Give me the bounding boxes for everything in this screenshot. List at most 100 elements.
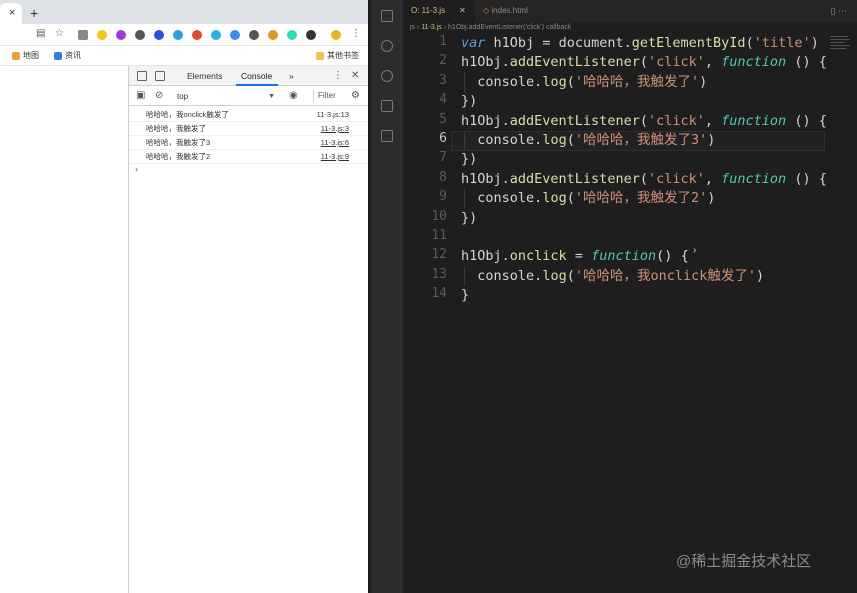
minimap-line	[830, 42, 844, 43]
browser-window: × + ▤ ☆ ⋮ 地图 资讯 其他书签 Elements Console » …	[0, 0, 368, 593]
context-selector[interactable]: top ▼	[177, 91, 275, 102]
sidebar-toggle-icon[interactable]: ▣	[136, 90, 145, 102]
console-messages: 哈哈哈，我onclick触发了 11-3.js:13 哈哈哈，我触发了 11-3…	[129, 108, 368, 164]
device-toolbar-icon[interactable]	[155, 71, 165, 81]
filter-input[interactable]: Filter	[313, 90, 343, 102]
line-number: 1	[439, 34, 447, 49]
log-message: 哈哈哈，我触发了	[146, 124, 206, 133]
close-tab-icon[interactable]: ×	[9, 7, 15, 19]
breadcrumb-folder[interactable]: js	[410, 24, 415, 31]
devtools-menu-icon[interactable]: ⋮	[333, 70, 343, 82]
log-source-link[interactable]: 11-3.js:13	[317, 108, 349, 121]
log-source-link[interactable]: 11-3.js:9	[321, 150, 349, 163]
extension-icon[interactable]	[116, 30, 126, 40]
settings-gear-icon[interactable]: ⚙	[351, 90, 360, 102]
extension-icon[interactable]	[230, 30, 240, 40]
explorer-icon[interactable]	[381, 10, 393, 22]
devtools-panel: Elements Console » ⋮ ✕ ▣ ⊘ top ▼ ◉ Filte…	[128, 66, 368, 593]
extension-icon[interactable]	[154, 30, 164, 40]
line-number: 13	[431, 266, 447, 282]
clear-console-icon[interactable]: ⊘	[155, 90, 163, 102]
breadcrumb-file[interactable]: 11-3.js	[421, 24, 442, 31]
more-tabs-icon[interactable]: »	[289, 71, 294, 81]
bookmark-star-icon[interactable]: ☆	[55, 28, 64, 40]
bookmark-item[interactable]: 地图	[12, 51, 39, 61]
close-devtools-icon[interactable]: ✕	[351, 70, 359, 82]
code-line[interactable]: console.log('哈哈哈，我触发了')	[461, 73, 707, 92]
editor-tab[interactable]: ◇ index.html	[479, 0, 528, 22]
code-line[interactable]: }	[461, 286, 469, 305]
watermark: @稀土掘金技术社区	[676, 553, 812, 570]
extension-icon[interactable]	[211, 30, 221, 40]
tab-strip: × +	[0, 0, 368, 24]
extensions-icon[interactable]	[381, 130, 393, 142]
line-number: 2	[439, 53, 447, 69]
code-line[interactable]: h1Obj.addEventListener('click', function…	[461, 170, 827, 189]
editor-tab-bar: O: 11-3.js ✕ ◇ index.html ▯ ⋯	[403, 0, 857, 22]
indent-guide	[464, 72, 465, 93]
extension-icon[interactable]	[97, 30, 107, 40]
translate-icon[interactable]: ▤	[36, 28, 45, 40]
code-line[interactable]: h1Obj.onclick = function() {	[461, 247, 689, 266]
line-number: 4	[439, 92, 447, 108]
page-viewport[interactable]	[0, 66, 128, 593]
source-control-icon[interactable]	[381, 70, 393, 82]
log-message: 哈哈哈，我触发了2	[146, 152, 211, 161]
bookmark-label: 其他书签	[327, 51, 359, 60]
code-line[interactable]: })	[461, 92, 477, 111]
extension-icon[interactable]	[192, 30, 202, 40]
line-number: 14	[431, 286, 447, 302]
console-prompt-icon[interactable]: ›	[135, 164, 138, 174]
new-tab-icon[interactable]: +	[30, 6, 38, 20]
minimap-line	[830, 39, 850, 40]
console-log-row: 哈哈哈，我触发了 11-3.js:3	[129, 122, 368, 136]
log-source-link[interactable]: 11-3.js:6	[321, 136, 349, 149]
extension-icon[interactable]	[173, 30, 183, 40]
dropdown-arrow-icon: ▼	[268, 93, 275, 100]
extension-icon[interactable]	[249, 30, 259, 40]
close-tab-icon[interactable]: ✕	[459, 6, 466, 15]
console-log-row: 哈哈哈，我onclick触发了 11-3.js:13	[129, 108, 368, 122]
tab-console[interactable]: Console	[241, 71, 272, 81]
code-line[interactable]: console.log('哈哈哈，我onclick触发了')	[461, 267, 764, 286]
minimap[interactable]	[830, 34, 852, 52]
run-debug-icon[interactable]	[381, 100, 393, 112]
bookmark-item[interactable]: 资讯	[54, 51, 81, 61]
extension-icon[interactable]	[306, 30, 316, 40]
line-number: 9	[439, 189, 447, 205]
log-message: 哈哈哈，我onclick触发了	[146, 110, 229, 119]
profile-avatar-icon[interactable]	[331, 30, 341, 40]
extension-icon[interactable]	[287, 30, 297, 40]
extension-icon[interactable]	[135, 30, 145, 40]
breadcrumb-symbol[interactable]: h1Obj.addEventListener('click') callback	[448, 24, 571, 31]
activity-bar	[371, 0, 403, 593]
minimap-line	[830, 45, 850, 46]
search-icon[interactable]	[381, 40, 393, 52]
other-bookmarks[interactable]: 其他书签	[316, 51, 359, 61]
browser-toolbar: ▤ ☆ ⋮	[0, 24, 368, 46]
inspect-element-icon[interactable]	[137, 71, 147, 81]
code-line[interactable]: })	[461, 209, 477, 228]
line-number: 6	[439, 131, 447, 146]
console-log-row: 哈哈哈，我触发了2 11-3.js:9	[129, 150, 368, 164]
split-editor-icon[interactable]: ▯ ⋯	[831, 5, 847, 17]
code-line[interactable]: h1Obj.addEventListener('click', function…	[461, 112, 827, 131]
code-line[interactable]: var h1Obj = document.getElementById('tit…	[461, 34, 819, 53]
console-log-row: 哈哈哈，我触发了3 11-3.js:6	[129, 136, 368, 150]
breadcrumb: js › 11-3.js › h1Obj.addEventListener('c…	[410, 23, 571, 33]
code-line[interactable]: console.log('哈哈哈，我触发了3')	[461, 131, 715, 150]
extension-icon[interactable]	[268, 30, 278, 40]
mouse-cursor-icon: ›	[693, 245, 697, 256]
browser-tab[interactable]: ×	[0, 3, 22, 24]
extension-icon[interactable]	[78, 30, 88, 40]
editor-tab-active[interactable]: O: 11-3.js ✕	[403, 0, 475, 22]
eye-icon[interactable]: ◉	[289, 90, 298, 102]
line-number: 12	[431, 247, 447, 263]
code-line[interactable]: })	[461, 150, 477, 169]
menu-kebab-icon[interactable]: ⋮	[351, 28, 361, 40]
code-line[interactable]: h1Obj.addEventListener('click', function…	[461, 53, 827, 72]
tab-elements[interactable]: Elements	[187, 71, 222, 81]
context-value: top	[177, 92, 189, 101]
code-line[interactable]: console.log('哈哈哈，我触发了2')	[461, 189, 715, 208]
log-source-link[interactable]: 11-3.js:3	[321, 122, 349, 135]
